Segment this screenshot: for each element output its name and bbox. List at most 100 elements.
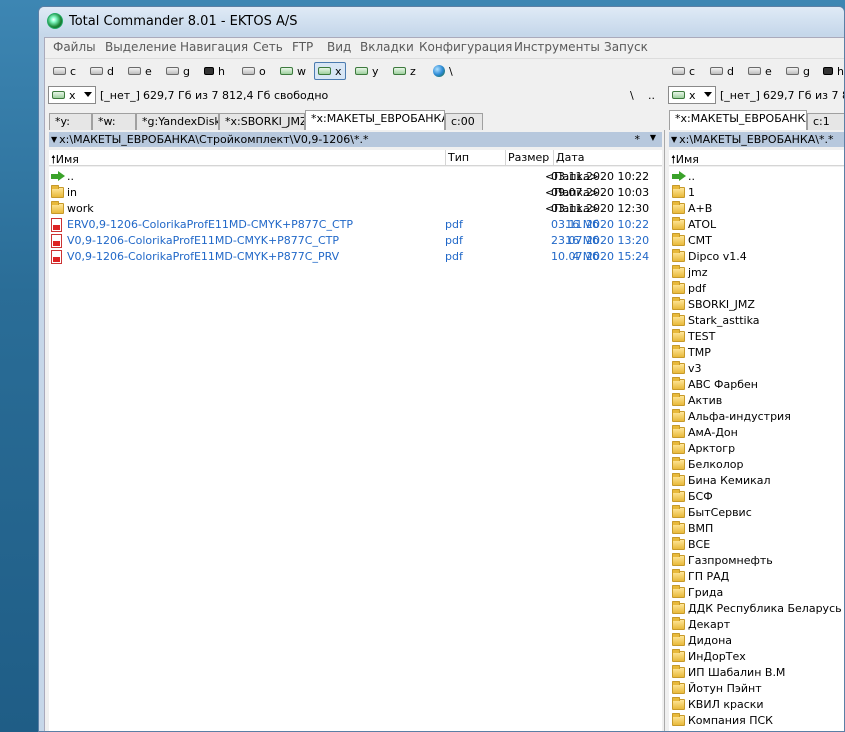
- file-name: TMP: [688, 346, 711, 359]
- right-drive-button-g[interactable]: g: [786, 63, 810, 79]
- file-row[interactable]: ВМП: [669, 521, 844, 537]
- file-row[interactable]: ВСЕ: [669, 537, 844, 553]
- drive-button-e[interactable]: e: [128, 63, 152, 79]
- right-drive-button-d[interactable]: d: [710, 63, 734, 79]
- drive-button-w[interactable]: w: [280, 63, 306, 79]
- file-row[interactable]: БытСервис: [669, 505, 844, 521]
- file-row[interactable]: TEST: [669, 329, 844, 345]
- file-row[interactable]: КВИЛ краски: [669, 697, 844, 713]
- left-drive-combo[interactable]: x: [48, 86, 96, 104]
- history-dropdown-icon[interactable]: ▼: [51, 135, 57, 144]
- panel-splitter[interactable]: [664, 130, 665, 731]
- drive-button-y[interactable]: y: [355, 63, 379, 79]
- menu-item[interactable]: FTP: [292, 40, 313, 54]
- menu-item[interactable]: Запуск: [604, 40, 648, 54]
- drive-button-g[interactable]: g: [166, 63, 190, 79]
- column-header-name[interactable]: 🠕Имя: [51, 151, 79, 165]
- right-drive-button-h[interactable]: h: [823, 63, 844, 79]
- file-row[interactable]: Бина Кемикал: [669, 473, 844, 489]
- file-row[interactable]: ИнДорТех: [669, 649, 844, 665]
- menu-item[interactable]: Выделение: [105, 40, 176, 54]
- file-row[interactable]: pdf: [669, 281, 844, 297]
- right-file-list: .. 1 A+B ATOL CMT Dipco v1.4 jmz pdf SBORKI_JMZ S…: [669, 167, 844, 731]
- menu-item[interactable]: Вид: [327, 40, 351, 54]
- drive-button-z[interactable]: z: [393, 63, 416, 79]
- file-row[interactable]: A+B: [669, 201, 844, 217]
- filter-button[interactable]: *: [635, 133, 641, 146]
- folder-icon: [672, 665, 685, 678]
- drive-button-d[interactable]: d: [90, 63, 114, 79]
- right-tab[interactable]: c:1: [807, 113, 844, 130]
- file-row[interactable]: SBORKI_JMZ: [669, 297, 844, 313]
- file-row[interactable]: V0,9-1206-ColorikaProfE11MD-CMYK+P877C_C…: [49, 233, 662, 249]
- right-drive-button-c[interactable]: c: [672, 63, 695, 79]
- file-row[interactable]: ATOL: [669, 217, 844, 233]
- file-row[interactable]: TMP: [669, 345, 844, 361]
- column-header-type[interactable]: Тип: [448, 151, 469, 164]
- folder-icon: [672, 265, 685, 278]
- right-path-bar[interactable]: ▼ x:\МАКЕТЫ_ЕВРОБАНКА\*.*: [669, 132, 844, 147]
- file-row[interactable]: Stark_asttika: [669, 313, 844, 329]
- menu-item[interactable]: Файлы: [53, 40, 96, 54]
- drive-button-o[interactable]: o: [242, 63, 266, 79]
- file-row[interactable]: ABC Фарбен: [669, 377, 844, 393]
- left-tab[interactable]: *w:: [92, 113, 136, 130]
- file-row[interactable]: ERV0,9-1206-ColorikaProfE11MD-CMYK+P877C…: [49, 217, 662, 233]
- file-row[interactable]: CMT: [669, 233, 844, 249]
- drive-button-h[interactable]: h: [204, 63, 225, 79]
- drive-button-c[interactable]: c: [53, 63, 76, 79]
- file-row[interactable]: Арктогр: [669, 441, 844, 457]
- right-tab[interactable]: *x:МАКЕТЫ_ЕВРОБАНКА: [669, 110, 807, 130]
- file-row[interactable]: Декарт: [669, 617, 844, 633]
- file-row[interactable]: Газпромнефть: [669, 553, 844, 569]
- file-row[interactable]: БСФ: [669, 489, 844, 505]
- left-tab[interactable]: *x:МАКЕТЫ_ЕВРОБАНКА: [305, 110, 445, 130]
- file-row[interactable]: Грида: [669, 585, 844, 601]
- file-row[interactable]: V0,9-1206-ColorikaProfE11MD-CMYK+P877C_P…: [49, 249, 662, 265]
- file-row[interactable]: Компания ПСК: [669, 713, 844, 729]
- file-row[interactable]: work <Папка> 03.11.2020 12:30: [49, 201, 662, 217]
- left-path-bar[interactable]: ▼ x:\МАКЕТЫ_ЕВРОБАНКА\Стройкомплект\V0,9…: [49, 132, 662, 147]
- left-tab[interactable]: *g:YandexDisk: [136, 113, 219, 130]
- drive-letter: g: [803, 64, 810, 78]
- left-root-button[interactable]: \: [630, 89, 634, 102]
- file-row[interactable]: Альфа-индустрия: [669, 409, 844, 425]
- left-up-button[interactable]: ..: [648, 89, 655, 102]
- file-row[interactable]: jmz: [669, 265, 844, 281]
- left-tab[interactable]: c:00: [445, 113, 483, 130]
- file-row[interactable]: Дидона: [669, 633, 844, 649]
- drive-button-network[interactable]: \: [433, 63, 453, 79]
- column-header-size[interactable]: Размер: [508, 151, 549, 164]
- file-row[interactable]: ИП Шабалин В.М: [669, 665, 844, 681]
- app-icon[interactable]: [47, 13, 63, 29]
- menu-item[interactable]: Вкладки: [360, 40, 414, 54]
- file-row[interactable]: ДДК Республика Беларусь: [669, 601, 844, 617]
- file-row[interactable]: Dipco v1.4: [669, 249, 844, 265]
- file-row[interactable]: Йотун Пэйнт: [669, 681, 844, 697]
- file-row[interactable]: ГП РАД: [669, 569, 844, 585]
- file-row[interactable]: v3: [669, 361, 844, 377]
- file-row[interactable]: Актив: [669, 393, 844, 409]
- menu-item[interactable]: Сеть: [253, 40, 283, 54]
- globe-icon: [433, 65, 445, 77]
- file-row[interactable]: Белколор: [669, 457, 844, 473]
- column-header-date[interactable]: Дата: [556, 151, 584, 164]
- drive-letter: d: [727, 64, 734, 78]
- file-row[interactable]: 1: [669, 185, 844, 201]
- menu-item[interactable]: Инструменты: [514, 40, 600, 54]
- right-drive-button-e[interactable]: e: [748, 63, 772, 79]
- history-dropdown-icon[interactable]: ▼: [671, 135, 677, 144]
- right-drive-combo[interactable]: x: [668, 86, 716, 104]
- menu-item[interactable]: Навигация: [180, 40, 248, 54]
- chevron-down-icon[interactable]: ▼: [650, 133, 656, 142]
- file-row[interactable]: in <Папка> 09.07.2020 10:03: [49, 185, 662, 201]
- file-row[interactable]: .. <Папка> 03.11.2020 10:22: [49, 169, 662, 185]
- file-row[interactable]: АмА-Дон: [669, 425, 844, 441]
- drive-button-x[interactable]: x: [314, 62, 346, 80]
- file-row[interactable]: ..: [669, 169, 844, 185]
- column-header-name[interactable]: 🠕Имя: [671, 151, 699, 165]
- left-tab[interactable]: *x:SBORKI_JMZ: [219, 113, 305, 130]
- menu-item[interactable]: Конфигурация: [419, 40, 512, 54]
- left-tab[interactable]: *y:: [49, 113, 92, 130]
- title-bar[interactable]: Total Commander 8.01 - EKTOS A/S: [39, 7, 844, 35]
